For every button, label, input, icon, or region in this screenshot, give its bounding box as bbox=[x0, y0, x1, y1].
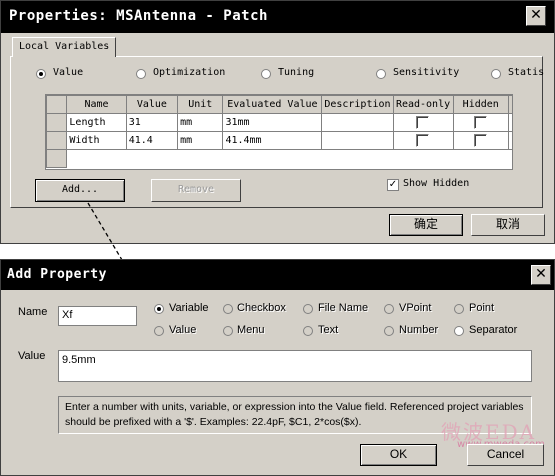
cancel-button[interactable]: 取消 bbox=[471, 214, 545, 236]
radio-file-name bbox=[303, 304, 313, 314]
column-header-filler bbox=[507, 95, 512, 114]
radio-label-variable: Variable bbox=[169, 302, 209, 314]
row-header-new[interactable] bbox=[46, 149, 68, 168]
name-input[interactable]: Xf bbox=[58, 306, 137, 326]
radio-label-sensitivity: Sensitivity bbox=[393, 67, 460, 78]
radio-optimization[interactable] bbox=[136, 69, 146, 79]
value-label: Value bbox=[18, 350, 46, 362]
radio-point bbox=[454, 304, 464, 314]
dialog-ok-label: OK bbox=[389, 447, 408, 461]
radio-label-number: Number bbox=[399, 324, 439, 336]
radio-label-statistics: Statis bbox=[508, 67, 545, 78]
radio-label-value: Value bbox=[53, 67, 84, 78]
cell-name[interactable]: Width bbox=[66, 131, 127, 150]
dialog-ok-button[interactable]: OK bbox=[360, 444, 437, 466]
show-hidden-label: Show Hidden bbox=[403, 178, 470, 189]
grid-empty-area bbox=[66, 149, 512, 168]
cell-description[interactable] bbox=[321, 113, 394, 132]
radio-label-value-type: Value bbox=[169, 324, 197, 336]
radio-sensitivity[interactable] bbox=[376, 69, 386, 79]
tab-panel: Value Optimization Tuning Sensitivity St… bbox=[10, 56, 545, 208]
radio-label-menu: Menu bbox=[237, 324, 265, 336]
cell-evaluated: 41.4mm bbox=[222, 131, 323, 150]
cell-unit[interactable]: mm bbox=[177, 131, 224, 150]
row-header[interactable] bbox=[46, 131, 68, 150]
radio-menu bbox=[223, 326, 233, 336]
cell-readonly[interactable] bbox=[392, 131, 454, 150]
radio-label-tuning: Tuning bbox=[278, 67, 315, 78]
radio-value[interactable] bbox=[36, 69, 46, 79]
tab-local-variables[interactable]: Local Variables bbox=[12, 37, 116, 57]
radio-value-type bbox=[154, 326, 164, 336]
radio-label-file-name: File Name bbox=[318, 302, 369, 314]
show-hidden-checkbox[interactable]: ✓ bbox=[387, 179, 399, 191]
radio-variable[interactable] bbox=[154, 304, 164, 314]
radio-text bbox=[303, 326, 313, 336]
cell-unit[interactable]: mm bbox=[177, 113, 224, 132]
hidden-checkbox[interactable] bbox=[473, 116, 487, 129]
add-property-titlebar[interactable]: Add Property ✕ bbox=[1, 260, 554, 290]
remove-button-label: Remove bbox=[177, 184, 215, 195]
radio-checkbox bbox=[223, 304, 233, 314]
cell-filler bbox=[507, 131, 512, 150]
add-property-dialog: Add Property ✕ Name Xf Variable Checkbox… bbox=[0, 259, 555, 476]
table-row[interactable]: Length 31 mm 31mm bbox=[46, 113, 512, 132]
column-header-hidden[interactable]: Hidden bbox=[452, 95, 509, 114]
close-icon[interactable]: ✕ bbox=[531, 265, 551, 285]
hidden-checkbox[interactable] bbox=[473, 134, 487, 147]
add-property-title: Add Property bbox=[7, 267, 107, 282]
cell-value[interactable]: 31 bbox=[125, 113, 179, 132]
ok-button-label: 确定 bbox=[413, 217, 438, 231]
ok-button[interactable]: 确定 bbox=[389, 214, 463, 236]
cell-readonly[interactable] bbox=[392, 113, 454, 132]
name-label: Name bbox=[18, 306, 48, 318]
cell-description[interactable] bbox=[321, 131, 394, 150]
column-header-readonly[interactable]: Read-only bbox=[392, 95, 454, 114]
radio-label-checkbox: Checkbox bbox=[237, 302, 286, 314]
row-header[interactable] bbox=[46, 113, 68, 132]
radio-label-text: Text bbox=[318, 324, 339, 336]
readonly-checkbox[interactable] bbox=[415, 134, 429, 147]
value-input[interactable]: 9.5mm bbox=[58, 350, 532, 382]
grid-corner bbox=[46, 95, 68, 114]
dialog-cancel-label: Cancel bbox=[486, 447, 525, 461]
column-header-description[interactable]: Description bbox=[321, 95, 394, 114]
cell-evaluated: 31mm bbox=[222, 113, 323, 132]
cell-value[interactable]: 41.4 bbox=[125, 131, 179, 150]
table-row[interactable]: Width 41.4 mm 41.4mm bbox=[46, 131, 512, 150]
add-button-label: Add... bbox=[61, 184, 99, 195]
properties-title: Properties: MSAntenna - Patch bbox=[9, 8, 268, 24]
radio-separator[interactable] bbox=[454, 326, 464, 336]
column-header-value[interactable]: Value bbox=[125, 95, 179, 114]
dialog-cancel-button[interactable]: Cancel bbox=[467, 444, 544, 466]
radio-label-separator: Separator bbox=[469, 324, 518, 336]
column-header-evaluated[interactable]: Evaluated Value bbox=[222, 95, 323, 114]
close-icon[interactable]: ✕ bbox=[526, 6, 546, 26]
readonly-checkbox[interactable] bbox=[415, 116, 429, 129]
remove-button: Remove bbox=[151, 179, 241, 202]
cell-hidden[interactable] bbox=[452, 131, 509, 150]
cell-name[interactable]: Length bbox=[66, 113, 127, 132]
cell-hidden[interactable] bbox=[452, 113, 509, 132]
column-header-name[interactable]: Name bbox=[66, 95, 127, 114]
tab-label: Local Variables bbox=[19, 41, 110, 52]
radio-label-vpoint: VPoint bbox=[399, 302, 432, 314]
cancel-button-label: 取消 bbox=[495, 217, 520, 231]
column-header-unit[interactable]: Unit bbox=[177, 95, 224, 114]
radio-label-point: Point bbox=[469, 302, 495, 314]
properties-titlebar[interactable]: Properties: MSAntenna - Patch ✕ bbox=[1, 1, 554, 33]
variables-grid: Name Value Unit Evaluated Value Descript… bbox=[45, 94, 513, 170]
radio-number bbox=[384, 326, 394, 336]
add-button[interactable]: Add... bbox=[35, 179, 125, 202]
radio-label-optimization: Optimization bbox=[153, 67, 226, 78]
properties-window: Properties: MSAntenna - Patch ✕ Local Va… bbox=[0, 0, 555, 244]
cell-filler bbox=[507, 113, 512, 132]
radio-statistics[interactable] bbox=[491, 69, 501, 79]
radio-vpoint bbox=[384, 304, 394, 314]
radio-tuning[interactable] bbox=[261, 69, 271, 79]
